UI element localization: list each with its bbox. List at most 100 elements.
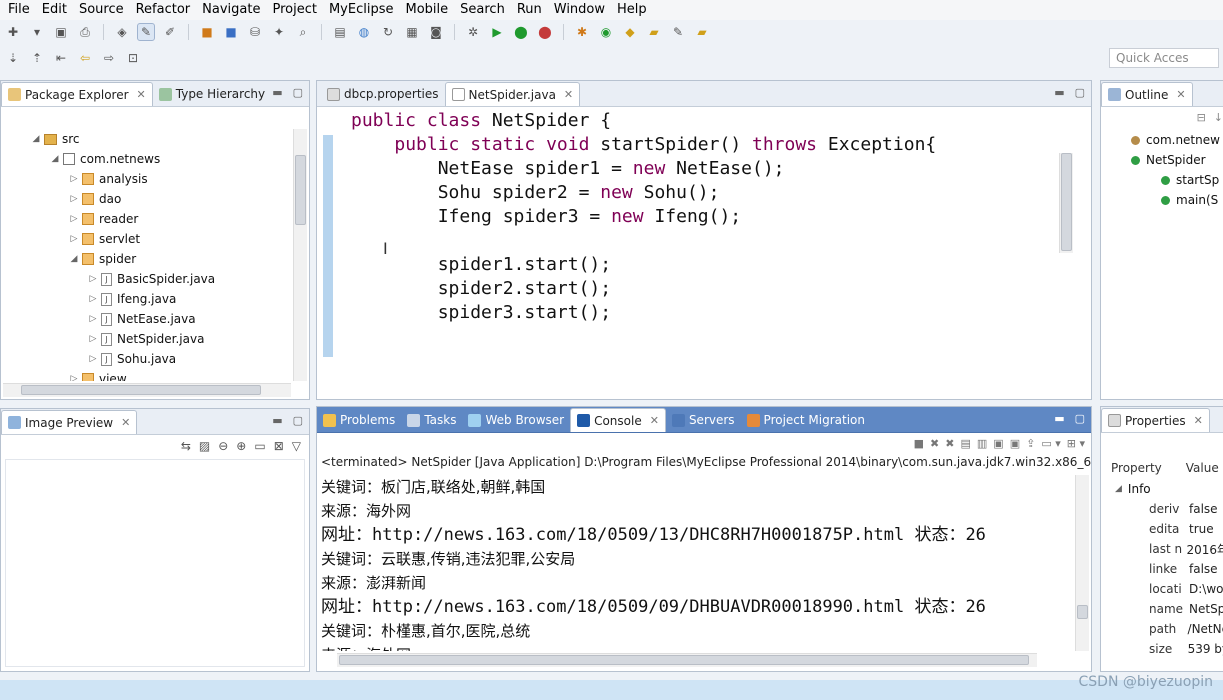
property-row[interactable]: deriv false <box>1101 499 1223 519</box>
menu-run[interactable]: Run <box>511 0 548 20</box>
package-tree-scrollbar[interactable] <box>293 129 307 381</box>
expand-arrow-icon[interactable]: ◢ <box>30 134 42 144</box>
menu-file[interactable]: File <box>2 0 36 20</box>
property-row[interactable]: path/NetNe <box>1101 619 1223 639</box>
tree-item[interactable]: ▷ J Sohu.java <box>1 349 291 369</box>
property-row[interactable]: locati D:\wor <box>1101 579 1223 599</box>
menu-source[interactable]: Source <box>73 0 130 20</box>
debug-icon[interactable]: ✲ <box>464 23 482 41</box>
minimize-icon[interactable]: ▬ <box>272 414 282 427</box>
fullscreen-icon[interactable]: ⊠ <box>274 439 284 453</box>
menu-edit[interactable]: Edit <box>36 0 73 20</box>
remove-launch-icon[interactable]: ✖ <box>930 437 939 450</box>
search-icon[interactable]: ✎ <box>669 23 687 41</box>
show-on-output-icon[interactable]: ▣ <box>993 437 1003 450</box>
menu-search[interactable]: Search <box>454 0 511 20</box>
tree-item[interactable]: ◢ spider <box>1 249 291 269</box>
scroll-lock-icon[interactable]: ▥ <box>977 437 987 450</box>
globe-icon[interactable]: ◍ <box>355 23 373 41</box>
forward-icon[interactable]: ⇨ <box>100 49 118 67</box>
database-icon[interactable]: ⛁ <box>246 23 264 41</box>
pin-icon[interactable]: ⊡ <box>124 49 142 67</box>
wand-icon[interactable]: ✦ <box>270 23 288 41</box>
maximize-icon[interactable]: ▢ <box>1075 86 1085 99</box>
view-menu-icon[interactable]: ▽ <box>292 439 301 453</box>
deploy-icon[interactable]: ◈ <box>113 23 131 41</box>
code-editor[interactable]: public class NetSpider { public static v… <box>341 107 1061 395</box>
open-folder-icon[interactable]: ▰ <box>645 23 663 41</box>
annotation-prev-icon[interactable]: ⇡ <box>28 49 46 67</box>
table-icon[interactable]: ▦ <box>403 23 421 41</box>
last-edit-icon[interactable]: ⇤ <box>52 49 70 67</box>
terminate-icon[interactable]: ■ <box>914 437 924 450</box>
menu-refactor[interactable]: Refactor <box>130 0 197 20</box>
cube-icon[interactable]: ■ <box>222 23 240 41</box>
property-row[interactable]: edita true <box>1101 519 1223 539</box>
minimize-icon[interactable]: ▬ <box>1054 86 1064 99</box>
properties-group[interactable]: ◢ Info <box>1101 479 1223 499</box>
expand-arrow-icon[interactable]: ▷ <box>87 294 99 304</box>
console-scrollbar[interactable] <box>1075 475 1089 651</box>
outline-item[interactable]: com.netnew <box>1101 130 1223 150</box>
outline-item[interactable]: startSp <box>1101 170 1223 190</box>
fit-icon[interactable]: ▨ <box>199 439 210 453</box>
collapse-all-icon[interactable]: ⊟ <box>1197 111 1206 124</box>
tree-item[interactable]: ▷ analysis <box>1 169 291 189</box>
tab-problems[interactable]: Problems <box>317 408 401 432</box>
refresh-icon[interactable]: ↻ <box>379 23 397 41</box>
menu-navigate[interactable]: Navigate <box>196 0 266 20</box>
minimize-icon[interactable]: ▬ <box>272 86 282 99</box>
open-type-icon[interactable]: ◆ <box>621 23 639 41</box>
tree-item[interactable]: ▷ J NetEase.java <box>1 309 291 329</box>
clear-console-icon[interactable]: ▤ <box>960 437 970 450</box>
new-java-icon[interactable]: ◉ <box>597 23 615 41</box>
scrollbar-thumb[interactable] <box>1061 153 1072 251</box>
console-output[interactable]: 关键词：板门店,联络处,朝鲜,韩国 来源：海外网 网址：http://news.16… <box>317 475 1069 651</box>
tab-tasks[interactable]: Tasks <box>401 408 462 432</box>
annotation-icon[interactable]: ⇣ <box>4 49 22 67</box>
zoom-out-icon[interactable]: ⊖ <box>218 439 228 453</box>
close-icon[interactable]: ✕ <box>564 88 573 101</box>
tab-servers[interactable]: Servers <box>666 408 741 432</box>
package-tree-hscrollbar[interactable] <box>3 383 291 397</box>
remove-all-icon[interactable]: ✖ <box>945 437 954 450</box>
search-web-icon[interactable]: ⌕ <box>294 23 312 41</box>
expand-arrow-icon[interactable]: ▷ <box>68 374 80 381</box>
profile-icon[interactable]: ⬤ <box>536 23 554 41</box>
tree-item[interactable]: ▷ dao <box>1 189 291 209</box>
tab-netspider-java[interactable]: NetSpider.java ✕ <box>444 82 581 106</box>
show-on-error-icon[interactable]: ▣ <box>1010 437 1020 450</box>
close-icon[interactable]: ✕ <box>1176 88 1185 101</box>
tree-item[interactable]: ▷ reader <box>1 209 291 229</box>
run-icon[interactable]: ▶ <box>488 23 506 41</box>
outline-item[interactable]: NetSpider <box>1101 150 1223 170</box>
property-row[interactable]: name NetSpi <box>1101 599 1223 619</box>
property-row[interactable]: linke false <box>1101 559 1223 579</box>
close-icon[interactable]: ✕ <box>137 88 146 101</box>
link-icon[interactable]: ⇆ <box>181 439 191 453</box>
tree-item[interactable]: ▷ view <box>1 369 291 381</box>
new-icon[interactable]: ✚ <box>4 23 22 41</box>
toggle-mark-occurrences-icon[interactable]: ✎ <box>137 23 155 41</box>
tree-item[interactable]: ▷ J Ifeng.java <box>1 289 291 309</box>
expand-arrow-icon[interactable]: ▷ <box>87 274 99 284</box>
expand-arrow-icon[interactable]: ▷ <box>68 214 80 224</box>
pen-icon[interactable]: ✐ <box>161 23 179 41</box>
tab-type-hierarchy[interactable]: Type Hierarchy <box>153 82 271 106</box>
tab-properties[interactable]: Properties ✕ <box>1101 408 1210 432</box>
maximize-icon[interactable]: ▢ <box>293 86 303 99</box>
menu-mobile[interactable]: Mobile <box>399 0 454 20</box>
expand-arrow-icon[interactable]: ◢ <box>68 254 80 264</box>
scrollbar-thumb[interactable] <box>295 155 306 225</box>
menu-help[interactable]: Help <box>611 0 653 20</box>
new-dropdown-icon[interactable]: ▾ <box>28 23 46 41</box>
pin-console-icon[interactable]: ⇪ <box>1026 437 1035 450</box>
tree-item[interactable]: ◢ com.netnews <box>1 149 291 169</box>
print-icon[interactable]: ⎙ <box>76 23 94 41</box>
close-icon[interactable]: ✕ <box>1194 414 1203 427</box>
tab-project-migration[interactable]: Project Migration <box>741 408 871 432</box>
tab-console[interactable]: Console ✕ <box>570 408 666 432</box>
tab-outline[interactable]: Outline ✕ <box>1101 82 1193 106</box>
save-icon[interactable]: ▣ <box>52 23 70 41</box>
tab-package-explorer[interactable]: Package Explorer ✕ <box>1 82 153 106</box>
